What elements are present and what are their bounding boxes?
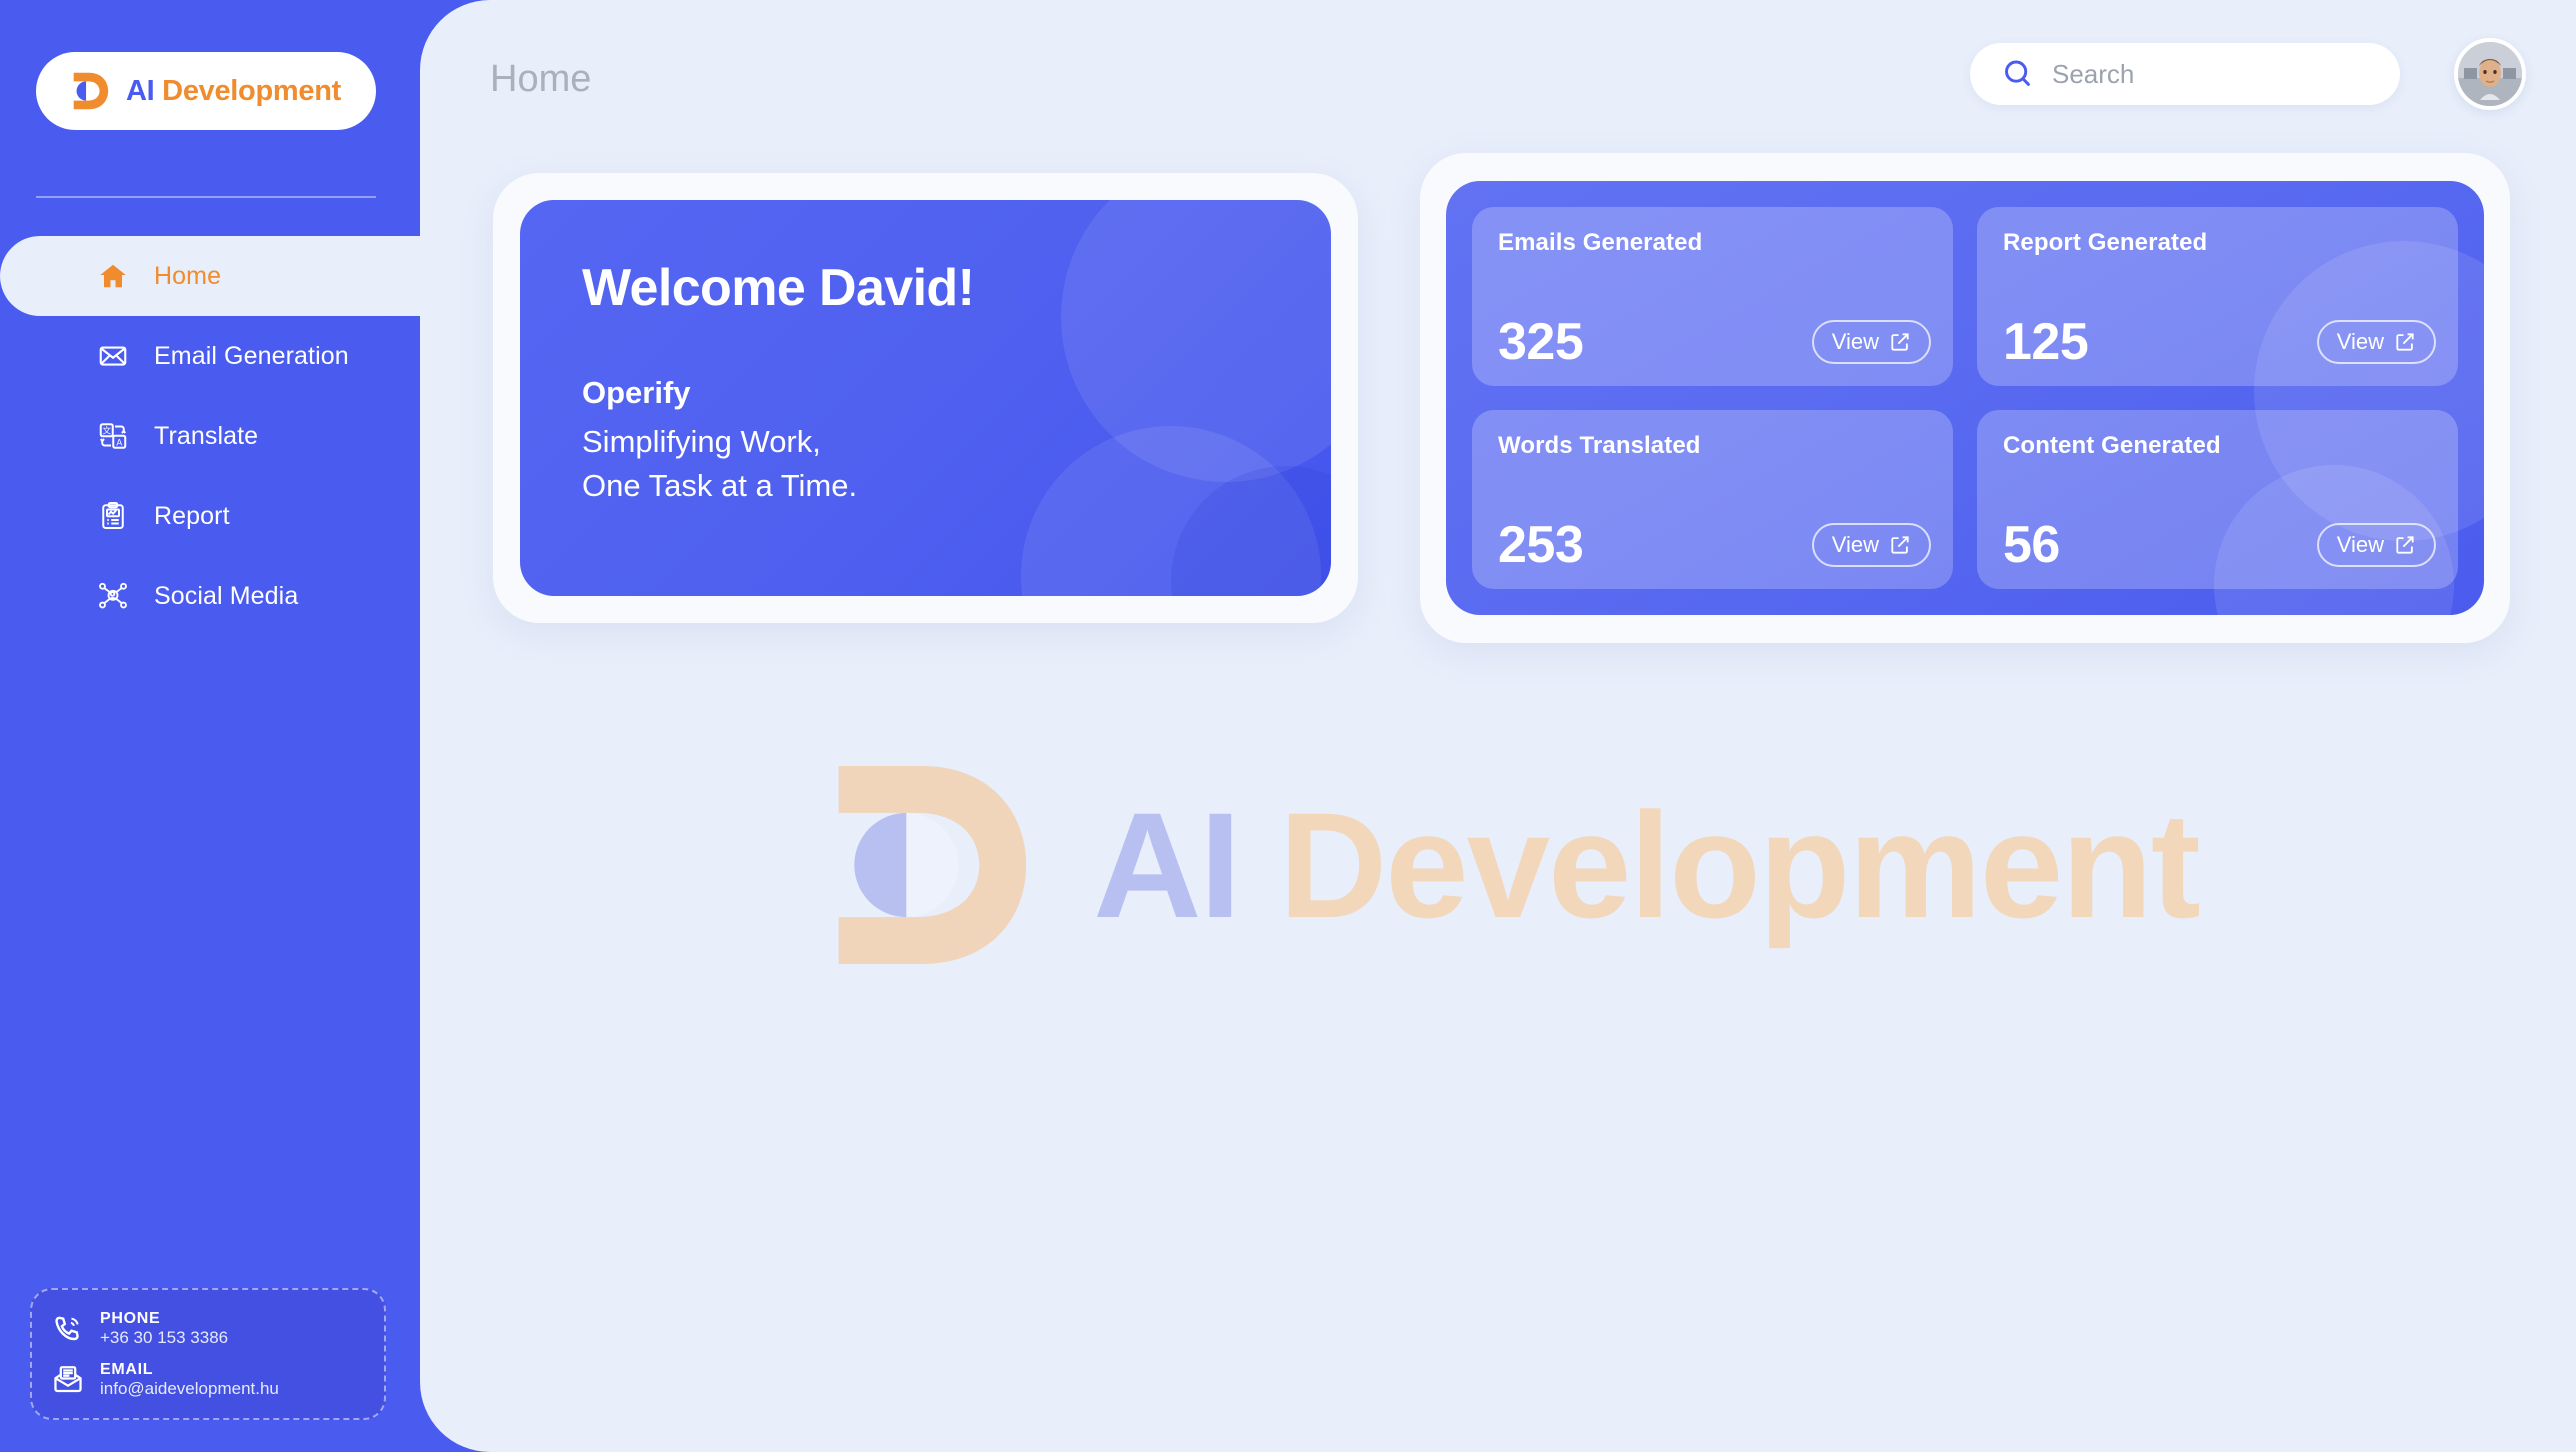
sidebar-item-translate[interactable]: 文 A Translate <box>0 396 420 476</box>
sidebar-item-social-media[interactable]: Social Media <box>0 556 420 636</box>
welcome-tagline-line-2: One Task at a Time. <box>582 468 858 504</box>
view-button-label: View <box>2336 329 2384 354</box>
welcome-title: Welcome David! <box>582 259 975 317</box>
brand-d-mark-icon <box>73 72 109 110</box>
stats-panel: Emails Generated 325 View Report Generat… <box>1446 181 2484 615</box>
stat-value: 325 <box>1498 313 1584 371</box>
brand-name-ai: AI <box>126 74 155 107</box>
stat-title: Words Translated <box>1498 432 1701 459</box>
svg-text:A: A <box>116 437 122 447</box>
sidebar: AI Development Home Email Generation 文 A <box>0 0 420 1452</box>
welcome-brand-name: Operify <box>582 375 691 410</box>
brand-d-mark-watermark-icon <box>838 766 1027 964</box>
sidebar-item-label: Translate <box>154 421 259 450</box>
main-content: Home Search Welcome David! Operify Simpl… <box>420 0 2576 1452</box>
external-link-icon <box>2396 333 2414 351</box>
stat-title: Content Generated <box>2003 432 2221 459</box>
brand-watermark-text: AI Development <box>1093 779 2201 952</box>
view-button[interactable]: View <box>2316 320 2436 364</box>
brand-logo-text: AI Development <box>126 75 341 108</box>
contact-email-value: info@aidevelopment.hu <box>100 1378 279 1398</box>
contact-email[interactable]: EMAIL info@aidevelopment.hu <box>52 1361 364 1398</box>
sidebar-nav: Home Email Generation 文 A Translate Repo… <box>0 202 420 636</box>
open-envelope-icon <box>54 1366 82 1393</box>
brand-logo[interactable]: AI Development <box>36 52 376 130</box>
stat-card-content-generated: Content Generated 56 View <box>1977 410 2458 589</box>
sidebar-item-report[interactable]: Report <box>0 476 420 556</box>
stat-value: 56 <box>2003 516 2060 574</box>
external-link-icon <box>2396 536 2414 554</box>
search-input[interactable]: Search <box>1970 43 2400 105</box>
sidebar-item-label: Social Media <box>154 581 299 610</box>
stat-card-words-translated: Words Translated 253 View <box>1472 410 1953 589</box>
view-button[interactable]: View <box>2316 523 2436 567</box>
search-placeholder: Search <box>2052 58 2135 89</box>
sidebar-item-home[interactable]: Home <box>0 202 420 350</box>
welcome-card: Welcome David! Operify Simplifying Work,… <box>520 200 1331 596</box>
home-icon <box>96 259 130 293</box>
brand-watermark: AI Development <box>420 700 2576 1030</box>
stat-value: 253 <box>1498 516 1584 574</box>
stat-card-report-generated: Report Generated 125 View <box>1977 207 2458 386</box>
contact-phone-label: PHONE <box>100 1310 161 1328</box>
svg-text:文: 文 <box>102 425 111 436</box>
welcome-card-frame: Welcome David! Operify Simplifying Work,… <box>493 173 1358 623</box>
search-icon <box>2005 60 2030 86</box>
sidebar-item-label: Report <box>154 501 230 530</box>
stats-panel-frame: Emails Generated 325 View Report Generat… <box>1420 153 2510 643</box>
phone-ring-icon <box>55 1316 79 1340</box>
clipboard-chart-icon <box>96 499 130 533</box>
page-title: Home <box>490 58 592 100</box>
sidebar-divider <box>36 196 376 198</box>
user-avatar-photo[interactable] <box>2454 38 2526 110</box>
view-button[interactable]: View <box>1811 523 1931 567</box>
contact-phone[interactable]: PHONE +36 30 153 3386 <box>52 1310 364 1347</box>
sidebar-item-label: Email Generation <box>154 341 349 370</box>
external-link-icon <box>1891 333 1909 351</box>
stat-title: Emails Generated <box>1498 229 1703 256</box>
stat-card-emails-generated: Emails Generated 325 View <box>1472 207 1953 386</box>
watermark-text-ai: AI <box>1093 780 1241 949</box>
welcome-body: Operify Simplifying Work, One Task at a … <box>582 375 857 508</box>
translate-icon: 文 A <box>96 419 130 453</box>
view-button-label: View <box>1831 532 1879 557</box>
contact-email-label: EMAIL <box>100 1361 154 1378</box>
welcome-tagline-line-1: Simplifying Work, <box>582 424 821 459</box>
contact-phone-value: +36 30 153 3386 <box>100 1327 229 1347</box>
sidebar-item-label: Home <box>154 261 222 290</box>
share-network-icon <box>96 579 130 613</box>
view-button-label: View <box>2336 532 2384 557</box>
external-link-icon <box>1891 536 1909 554</box>
envelope-icon <box>96 339 130 373</box>
stat-title: Report Generated <box>2003 229 2208 256</box>
stat-value: 125 <box>2003 313 2089 371</box>
view-button-label: View <box>1831 329 1879 354</box>
sidebar-item-email-generation[interactable]: Email Generation <box>0 316 420 396</box>
view-button[interactable]: View <box>1811 320 1931 364</box>
watermark-text-development: Development <box>1278 780 2201 949</box>
brand-name-development: Development <box>162 74 341 107</box>
sidebar-contact-box: PHONE +36 30 153 3386 EMAIL info@aidevel… <box>30 1288 386 1420</box>
